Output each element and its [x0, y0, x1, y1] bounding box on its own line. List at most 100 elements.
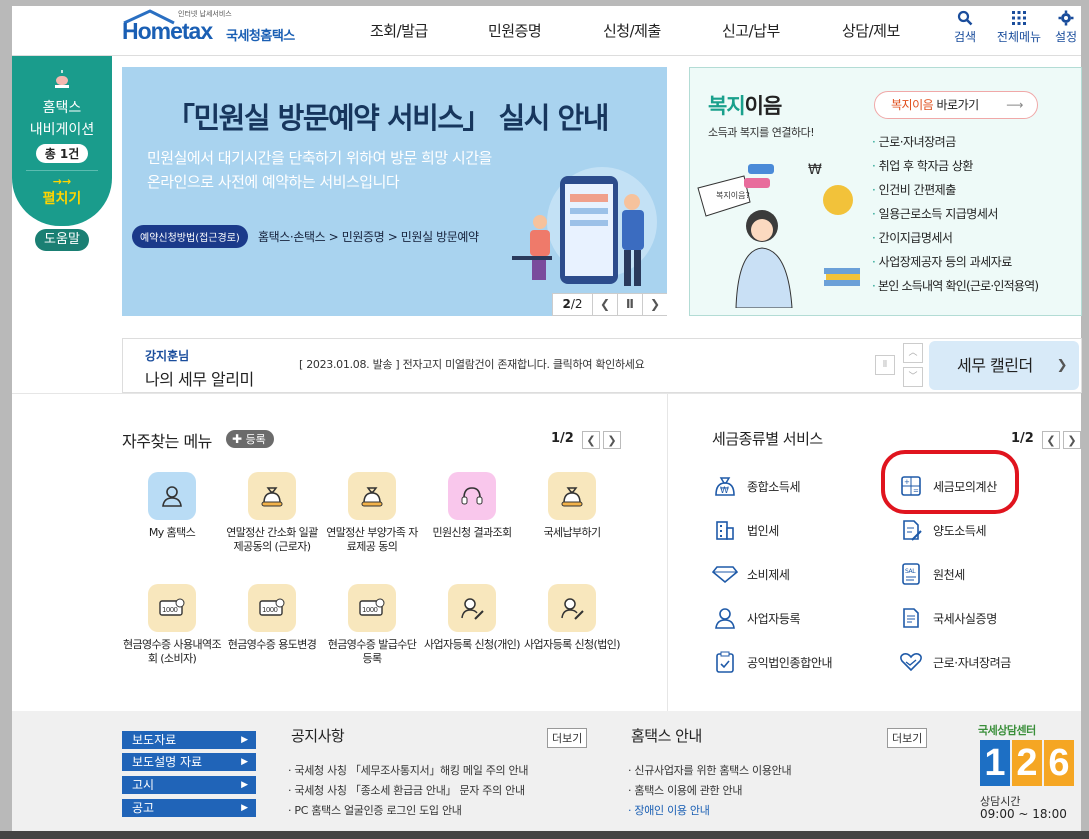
nav-count-badge: 총 1건 — [35, 144, 89, 163]
hometax-navigation-panel[interactable]: 홈택스 내비게이션 총 1건 →→ 펼치기 — [12, 56, 112, 226]
banner-title: 「민원실 방문예약 서비스」 실시 안내 — [166, 101, 609, 135]
frequent-menu-item[interactable]: 1000 현금영수증 사용내역조회 (소비자) — [122, 584, 222, 666]
welfare-list-item[interactable]: · 취업 후 학자금 상환 — [872, 154, 1038, 178]
money-sack-icon: ₩ — [711, 472, 739, 500]
guide-item[interactable]: · 신규사업자를 위한 홈택스 이용안내 — [628, 762, 792, 778]
frequent-menu-item[interactable]: 민원신청 결과조회 — [422, 472, 522, 540]
tax-service-item[interactable]: 소비제세 — [711, 560, 790, 588]
alarm-down-button[interactable]: ﹀ — [903, 367, 923, 387]
alarm-user-name: 강지훈님 — [145, 349, 190, 363]
frequent-menu-item[interactable]: 사업자등록 신청(법인) — [522, 584, 622, 652]
banner-pause-button[interactable]: Ⅱ — [618, 294, 643, 315]
welfare-subtitle: 소득과 복지를 연결하다! — [708, 126, 815, 139]
banner-path-badge: 예약신청방법(접근경로) — [132, 225, 248, 248]
banner-path: 홈택스·손택스 > 민원증명 > 민원실 방문예약 — [258, 230, 479, 244]
number-digit-2: 2 — [1012, 740, 1042, 786]
tax-service-next-button[interactable]: ❯ — [1063, 431, 1081, 449]
alarm-pause-button[interactable]: Ⅱ — [875, 355, 895, 375]
svg-text:1000: 1000 — [162, 606, 178, 614]
frequent-menu-item[interactable]: 연말정산 부양가족 자료제공 동의 — [322, 472, 422, 554]
section-vertical-divider — [667, 393, 668, 711]
welfare-list-item[interactable]: · 본인 소득내역 확인(근로·인적용역) — [872, 274, 1039, 298]
frequent-prev-button[interactable]: ❮ — [582, 431, 600, 449]
welfare-list-item[interactable]: · 간이지급명세서 — [872, 226, 1038, 250]
public-notice-button[interactable]: 공고 ▶ — [122, 799, 256, 817]
press-explanation-button[interactable]: 보도설명 자료 ▶ — [122, 753, 256, 771]
tax-service-item[interactable]: 공익법인종합안내 — [711, 648, 833, 676]
main-banner[interactable]: 「민원실 방문예약 서비스」 실시 안내 민원실에서 대기시간을 단축하기 위하… — [122, 67, 667, 316]
money-bag-icon — [348, 472, 396, 520]
help-button[interactable]: 도움말 — [35, 229, 89, 251]
alarm-up-button[interactable]: ︿ — [903, 343, 923, 363]
gnb-menu-certificate[interactable]: 민원증명 — [488, 20, 542, 41]
all-menu-label: 전체메뉴 — [996, 30, 1042, 44]
tax-service-item[interactable]: ₩ 종합소득세 — [711, 472, 801, 500]
svg-text:₩: ₩ — [808, 162, 822, 178]
frequent-menu-item[interactable]: My 홈택스 — [122, 472, 222, 540]
guide-more-button[interactable]: 더보기 — [887, 728, 928, 748]
banner-pager: 2/2 ❮ Ⅱ ❯ — [552, 293, 667, 316]
frequent-menu-title: 자주찾는 메뉴 — [122, 432, 212, 451]
guide-item[interactable]: · 장애인 이용 안내 — [628, 802, 710, 818]
gear-icon — [1058, 10, 1074, 26]
tax-calendar-button[interactable]: 세무 캘린더 ❯ — [929, 341, 1079, 390]
expand-button[interactable]: 펼치기 — [12, 188, 112, 208]
frequent-next-button[interactable]: ❯ — [603, 431, 621, 449]
tax-alarm-bar: 강지훈님 나의 세무 알리미 [ 2023.01.08. 발송 ] 전자고지 미… — [122, 338, 1082, 393]
certificate-icon — [897, 604, 925, 632]
tax-service-item[interactable]: 법인세 — [711, 516, 779, 544]
frequent-menu-item[interactable]: 1000 현금영수증 용도변경 — [222, 584, 322, 652]
gnb-menu-application[interactable]: 신청/제출 — [603, 20, 661, 41]
tax-service-item[interactable]: 근로·자녀장려금 — [897, 648, 1011, 676]
notice-item[interactable]: · 국세청 사칭 「세무조사통지서」해킹 메일 주의 안내 — [288, 762, 529, 778]
alarm-message[interactable]: [ 2023.01.08. 발송 ] 전자고지 미열람건이 존재합니다. 클릭하… — [299, 356, 645, 372]
gnb-menu-inquiry[interactable]: 조회/발급 — [370, 20, 428, 41]
person-edit-icon — [548, 584, 596, 632]
window-frame-right — [1081, 0, 1089, 839]
frequent-menu-item[interactable]: 사업자등록 신청(개인) — [422, 584, 522, 652]
tax-service-item[interactable]: SAL 원천세 — [897, 560, 965, 588]
notice-item[interactable]: · 국세청 사칭 「종소세 환급금 안내」 문자 주의 안내 — [288, 782, 525, 798]
window-frame-bottom — [0, 831, 1089, 839]
announcement-button[interactable]: 고시 ▶ — [122, 776, 256, 794]
grid-icon — [1012, 11, 1026, 25]
tax-service-item[interactable]: 사업자등록 — [711, 604, 801, 632]
frequent-menu-item[interactable]: 1000 현금영수증 발급수단 등록 — [322, 584, 422, 666]
welfare-list-item[interactable]: · 근로·자녀장려금 — [872, 130, 1038, 154]
building-icon — [711, 516, 739, 544]
welfare-panel[interactable]: 복지이음 소득과 복지를 연결하다! 복지이음 바로가기 ⟶ 복지이음? ₩ · … — [689, 67, 1082, 316]
register-button[interactable]: ✚ 등록 — [226, 430, 274, 448]
heart-hand-icon — [897, 648, 925, 676]
settings-button[interactable]: 설정 — [1046, 10, 1086, 45]
notice-item[interactable]: · PC 홈택스 얼굴인증 로그인 도입 안내 — [288, 802, 462, 818]
frequent-page-indicator: 1/2 — [551, 431, 574, 446]
arrow-right-icon: ⟶ — [1006, 98, 1023, 112]
gnb-menu-counsel[interactable]: 상담/제보 — [842, 20, 900, 41]
all-menu-button[interactable]: 전체메뉴 — [991, 10, 1047, 45]
tax-service-item[interactable]: 양도소득세 — [897, 516, 987, 544]
welfare-title: 복지이음 — [708, 94, 782, 118]
hometax-logo[interactable]: 인터넷 납세서비스 Hometax 국세청홈택스 — [122, 9, 312, 49]
welfare-list-item[interactable]: · 일용근로소득 지급명세서 — [872, 202, 1038, 226]
receipt-icon: 1000 — [348, 584, 396, 632]
press-release-button[interactable]: 보도자료 ▶ — [122, 731, 256, 749]
welfare-list-item[interactable]: · 인건비 간편제출 — [872, 178, 1038, 202]
number-digit-1: 1 — [980, 740, 1010, 786]
search-button[interactable]: 검색 — [940, 10, 990, 45]
banner-prev-button[interactable]: ❮ — [593, 294, 618, 315]
notice-title: 공지사항 — [291, 727, 345, 745]
frequent-menu-item[interactable]: 국세납부하기 — [522, 472, 622, 540]
guide-item[interactable]: · 홈택스 이용에 관한 안내 — [628, 782, 743, 798]
diamond-icon — [711, 560, 739, 588]
welfare-link-button[interactable]: 복지이음 바로가기 ⟶ — [874, 91, 1038, 119]
triangle-right-icon: ▶ — [241, 780, 248, 790]
tax-service-prev-button[interactable]: ❮ — [1042, 431, 1060, 449]
welfare-list: · 근로·자녀장려금 · 취업 후 학자금 상환 · 인건비 간편제출 · 일용… — [872, 130, 1039, 298]
frequent-menu-item[interactable]: 연말정산 간소화 일괄제공동의 (근로자) — [222, 472, 322, 554]
gnb-menu-report[interactable]: 신고/납부 — [722, 20, 780, 41]
svg-text:1000: 1000 — [262, 606, 278, 614]
tax-service-item[interactable]: 국세사실증명 — [897, 604, 997, 632]
notice-more-button[interactable]: 더보기 — [547, 728, 588, 748]
welfare-list-item[interactable]: · 사업장제공자 등의 과세자료 — [872, 250, 1038, 274]
banner-next-button[interactable]: ❯ — [643, 294, 667, 315]
